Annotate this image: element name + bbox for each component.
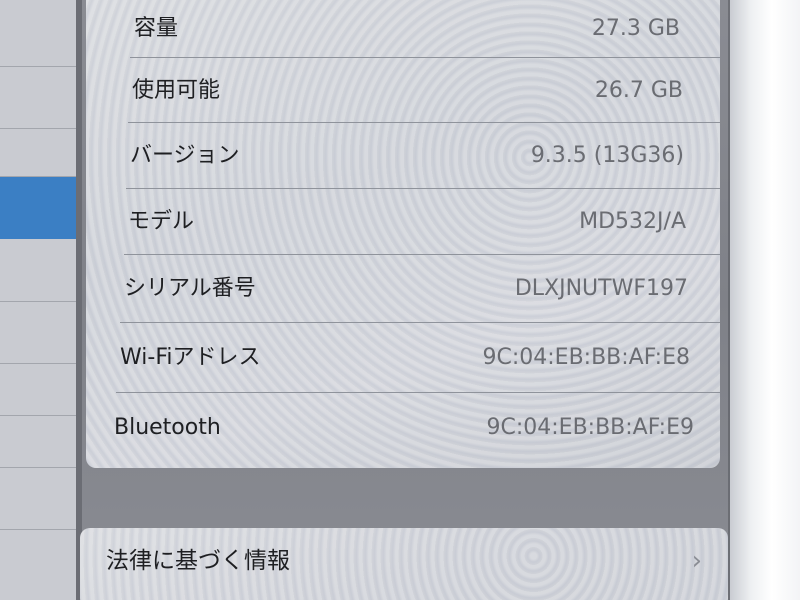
row-value: 9.3.5 (13G36) xyxy=(530,143,684,168)
sidebar-item[interactable] xyxy=(0,0,76,67)
sidebar-item[interactable] xyxy=(0,66,76,129)
row-value: DLXJNUTWF197 xyxy=(514,276,688,301)
row-label: 使用可能 xyxy=(132,78,221,103)
row-value: 9C:04:EB:BB:AF:E9 xyxy=(486,415,695,440)
legal-info-label: 法律に基づく情報 xyxy=(106,548,290,574)
info-row-serial: シリアル番号 DLXJNUTWF197 xyxy=(86,255,720,323)
sidebar-item-selected[interactable] xyxy=(0,177,76,239)
legal-info-group: 法律に基づく情報 › xyxy=(80,528,728,600)
row-value: 27.3 GB xyxy=(591,16,680,41)
sidebar-item[interactable] xyxy=(0,301,76,364)
device-bezel xyxy=(730,0,800,600)
info-row-model: モデル MD532J/A xyxy=(86,189,720,255)
row-label: Wi-Fiアドレス xyxy=(120,345,261,370)
row-label: 容量 xyxy=(134,16,179,41)
info-row-bluetooth: Bluetooth 9C:04:EB:BB:AF:E9 xyxy=(86,393,720,463)
row-label: シリアル番号 xyxy=(124,276,256,301)
sidebar-item[interactable] xyxy=(0,467,76,530)
about-info-group: 容量 27.3 GB 使用可能 26.7 GB バージョン 9.3.5 (13G… xyxy=(86,0,720,468)
info-row-wifi-address: Wi-Fiアドレス 9C:04:EB:BB:AF:E8 xyxy=(86,323,720,393)
sidebar-item[interactable] xyxy=(0,529,76,600)
row-label: モデル xyxy=(128,209,195,234)
sidebar xyxy=(0,0,76,600)
row-label: バージョン xyxy=(130,143,240,168)
split-view-divider xyxy=(76,0,82,600)
info-row-available: 使用可能 26.7 GB xyxy=(86,58,720,123)
row-value: 26.7 GB xyxy=(594,78,683,103)
legal-info-row[interactable]: 法律に基づく情報 › xyxy=(80,528,728,600)
row-value: MD532J/A xyxy=(579,209,686,234)
settings-screen: 容量 27.3 GB 使用可能 26.7 GB バージョン 9.3.5 (13G… xyxy=(0,0,800,600)
sidebar-item[interactable] xyxy=(0,363,76,416)
sidebar-item[interactable] xyxy=(0,239,76,302)
sidebar-item[interactable] xyxy=(0,415,76,468)
info-row-version: バージョン 9.3.5 (13G36) xyxy=(86,123,720,189)
row-label: Bluetooth xyxy=(114,415,221,440)
sidebar-item[interactable] xyxy=(0,128,76,177)
row-value: 9C:04:EB:BB:AF:E8 xyxy=(482,345,691,370)
chevron-right-icon: › xyxy=(691,546,702,576)
info-row-capacity: 容量 27.3 GB xyxy=(86,0,720,58)
